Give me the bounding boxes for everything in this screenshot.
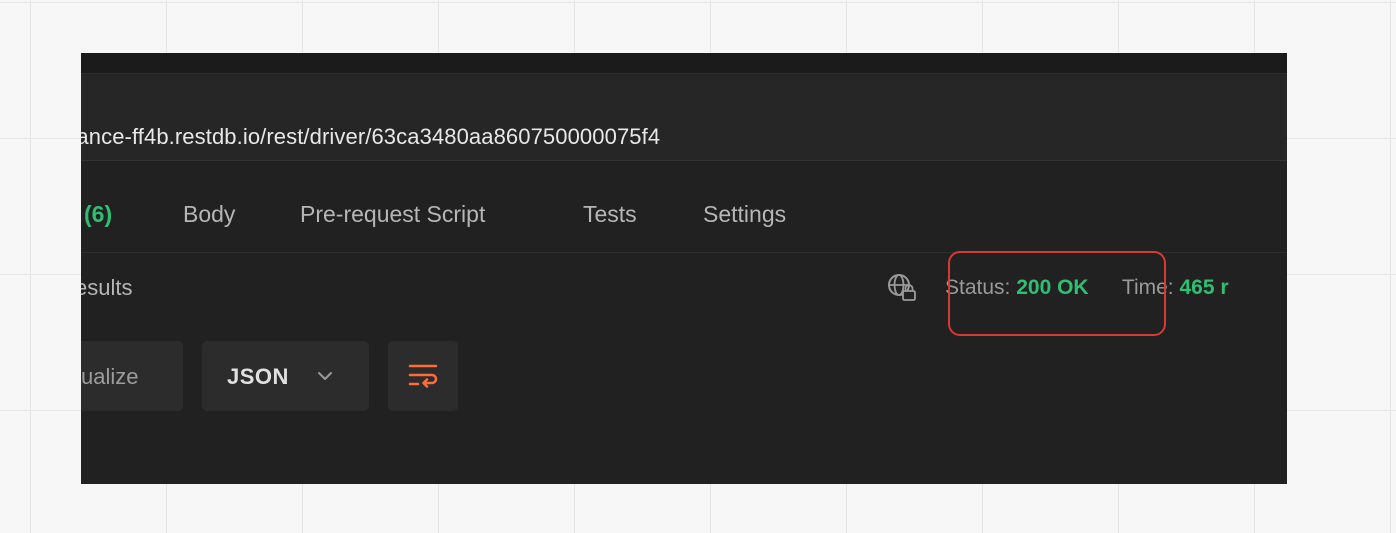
response-meta: Status: 200 OK Time: 465 r xyxy=(945,276,1229,300)
globe-lock-icon[interactable] xyxy=(886,272,918,304)
tab-headers-count[interactable]: (6) xyxy=(84,201,112,228)
tab-body[interactable]: Body xyxy=(183,201,235,228)
tab-test-results[interactable]: esults xyxy=(81,275,132,301)
url-bar[interactable]: rance-ff4b.restdb.io/rest/driver/63ca348… xyxy=(81,74,1287,161)
wrap-lines-button[interactable] xyxy=(388,341,458,411)
time-value[interactable]: 465 r xyxy=(1179,276,1228,299)
request-tabs: (6) Body Pre-request Script Tests Settin… xyxy=(81,161,1287,253)
request-url-input[interactable]: rance-ff4b.restdb.io/rest/driver/63ca348… xyxy=(81,124,660,150)
format-select[interactable]: JSON xyxy=(202,341,369,411)
window-top-strip xyxy=(81,53,1287,74)
wrap-lines-icon xyxy=(408,364,438,388)
status-value[interactable]: 200 OK xyxy=(1016,276,1088,299)
tab-pre-request-script[interactable]: Pre-request Script xyxy=(300,201,485,228)
visualize-button[interactable]: ualize xyxy=(81,341,183,411)
postman-window: rance-ff4b.restdb.io/rest/driver/63ca348… xyxy=(81,53,1287,484)
time-label: Time: xyxy=(1121,276,1174,299)
format-select-value: JSON xyxy=(227,364,289,389)
tab-settings[interactable]: Settings xyxy=(703,201,786,228)
status-label: Status: xyxy=(945,276,1011,299)
visualize-label: ualize xyxy=(81,364,139,389)
chevron-down-icon xyxy=(318,372,332,380)
tab-tests[interactable]: Tests xyxy=(583,201,637,228)
